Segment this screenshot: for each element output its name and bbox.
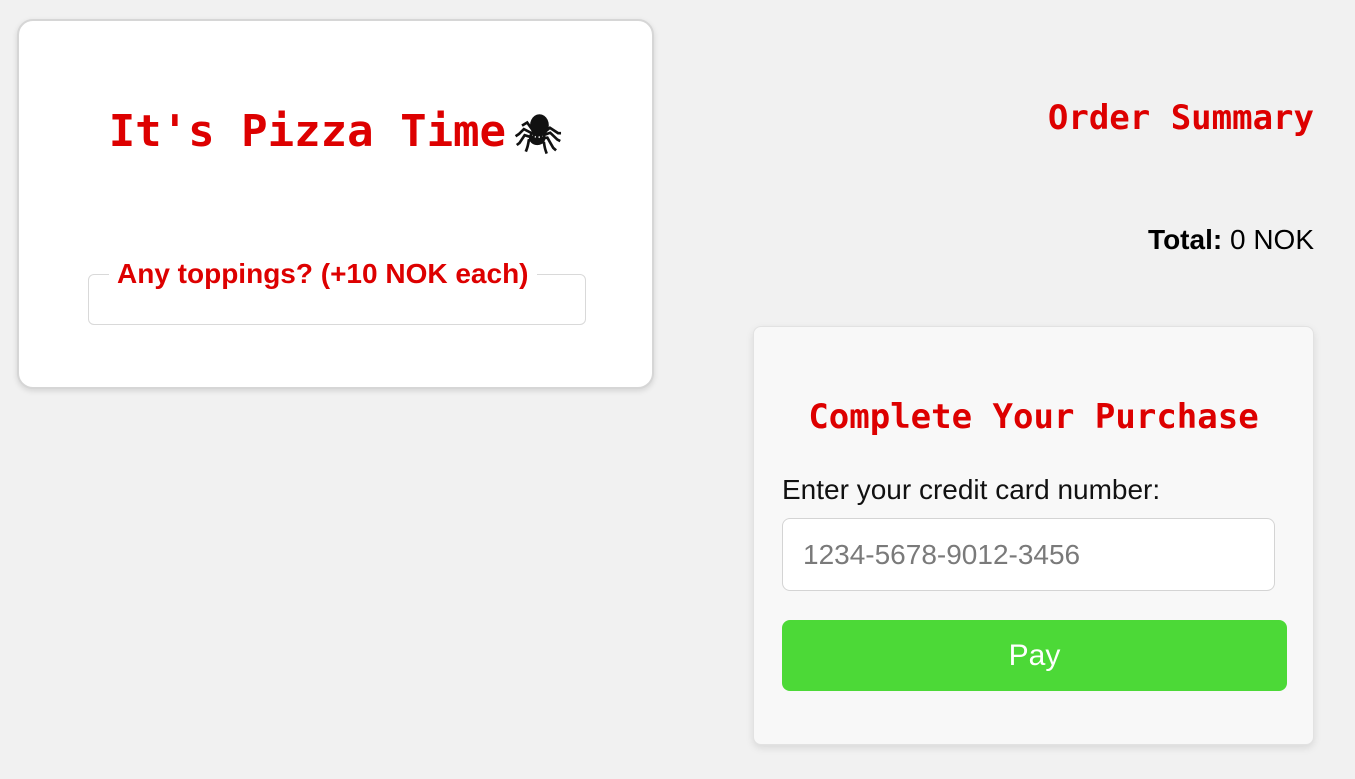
- checkout-title: Complete Your Purchase: [808, 397, 1259, 437]
- pizza-order-page: It's Pizza Time 🕷 Any toppings? (+10 NOK …: [0, 0, 1355, 779]
- card-number-label: Enter your credit card number:: [782, 474, 1161, 505]
- pizza-menu-card: It's Pizza Time 🕷 Any toppings? (+10 NOK …: [17, 19, 654, 389]
- order-summary-title: Order Summary: [1047, 98, 1314, 138]
- pizza-title: It's Pizza Time 🕷: [19, 107, 652, 159]
- checkout-card: Complete Your Purchase Enter your credit…: [753, 326, 1314, 745]
- order-total: Total: 0 NOK: [1148, 222, 1314, 258]
- pizza-title-text: It's Pizza Time: [108, 106, 507, 157]
- toppings-fieldset: Any toppings? (+10 NOK each): [88, 259, 586, 325]
- total-value: 0 NOK: [1229, 224, 1314, 255]
- spider-icon: 🕷: [514, 112, 563, 156]
- total-label: Total:: [1148, 224, 1223, 255]
- toppings-legend: Any toppings? (+10 NOK each): [117, 258, 529, 289]
- pay-button[interactable]: Pay: [782, 620, 1287, 691]
- card-number-input[interactable]: [782, 518, 1275, 591]
